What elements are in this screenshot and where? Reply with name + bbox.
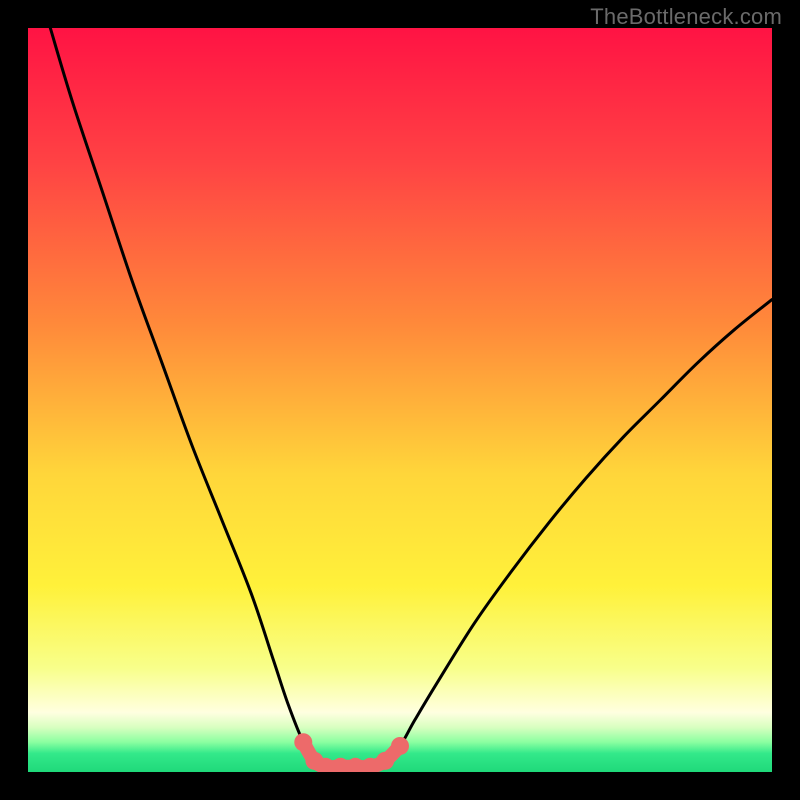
- valley-marker: [376, 752, 394, 770]
- curve-layer: [28, 28, 772, 772]
- plot-area: [28, 28, 772, 772]
- watermark-text: TheBottleneck.com: [590, 4, 782, 30]
- valley-markers-group: [294, 733, 409, 772]
- valley-marker: [294, 733, 312, 751]
- valley-marker: [391, 737, 409, 755]
- chart-frame: TheBottleneck.com: [0, 0, 800, 800]
- bottleneck-curve: [50, 28, 772, 767]
